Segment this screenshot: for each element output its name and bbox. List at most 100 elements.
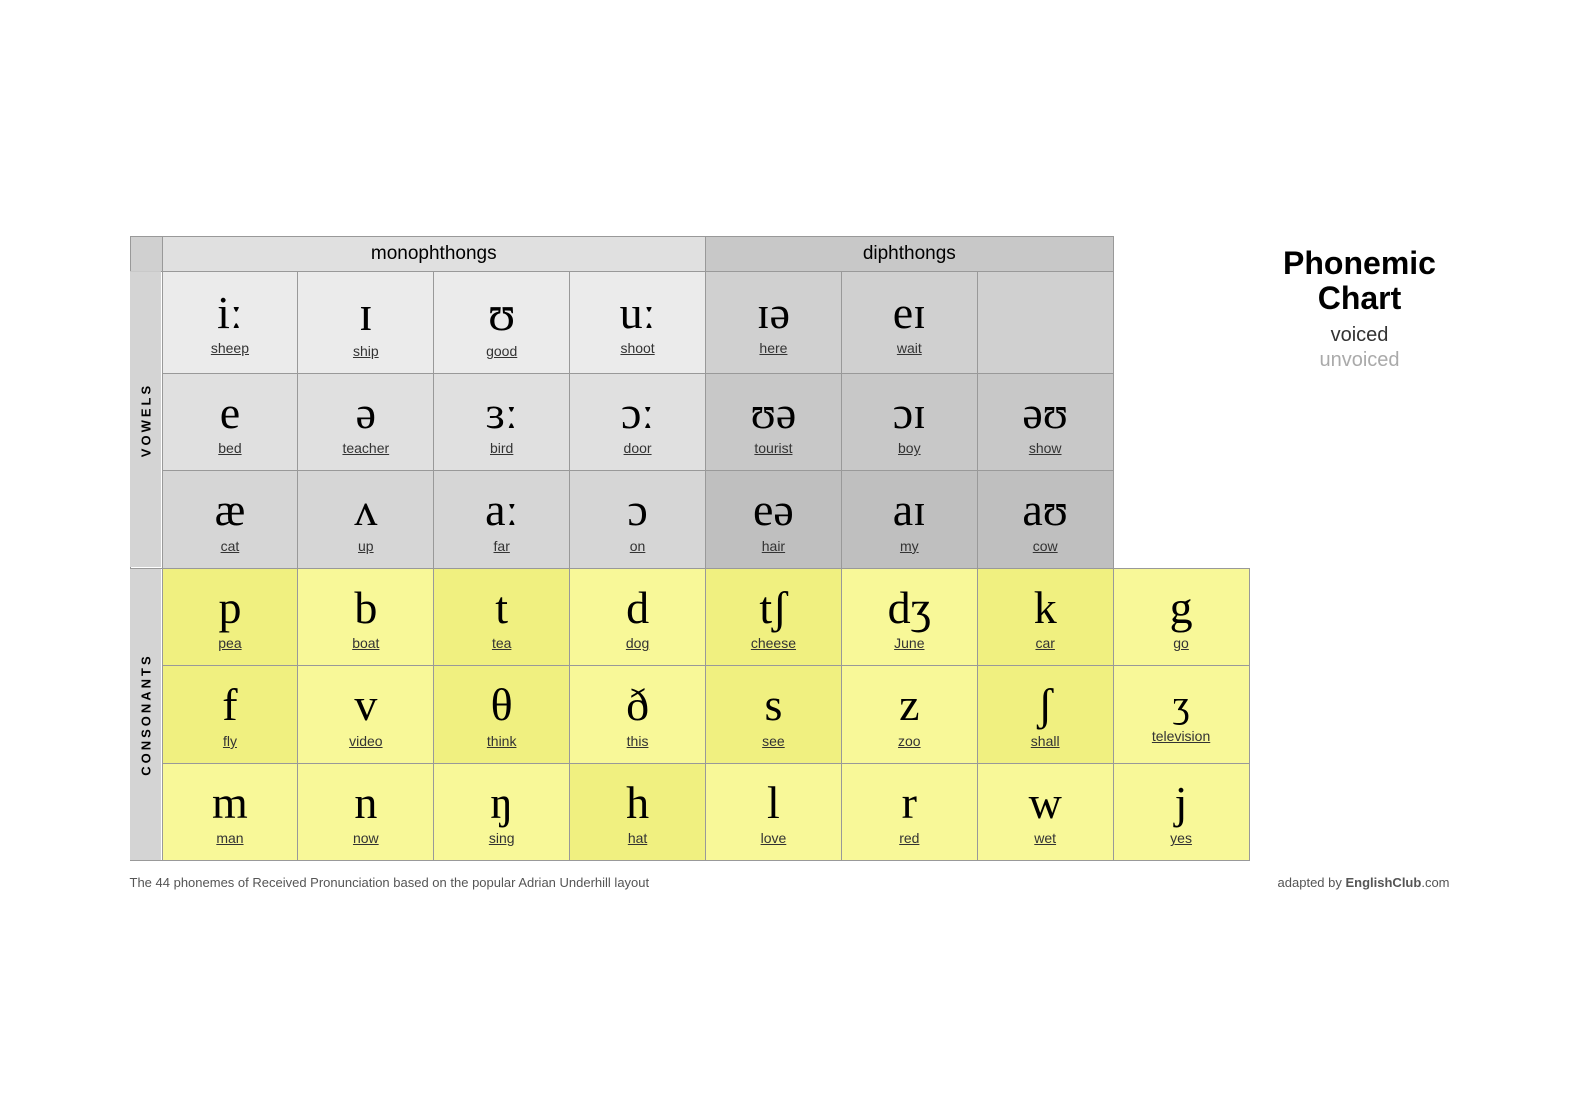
- word-w: wet: [1034, 830, 1056, 846]
- word-upsilon: good: [486, 343, 517, 359]
- word-3: bird: [490, 440, 513, 456]
- cell-j[interactable]: j yes: [1113, 763, 1249, 861]
- cell-ea[interactable]: eə hair: [706, 471, 842, 569]
- cell-d[interactable]: d dog: [570, 568, 706, 666]
- cell-dzh[interactable]: dʒ June: [841, 568, 977, 666]
- cell-eth[interactable]: ð this: [570, 666, 706, 764]
- cell-eng[interactable]: ŋ sing: [434, 763, 570, 861]
- cell-n[interactable]: n now: [298, 763, 434, 861]
- ipa-3: ɜː: [486, 388, 518, 439]
- word-t: tea: [492, 635, 511, 651]
- ipa-e: e: [220, 388, 240, 439]
- word-f: fly: [223, 733, 237, 749]
- word-z: zoo: [898, 733, 921, 749]
- ipa-ai: aɪ: [893, 485, 926, 536]
- cell-f[interactable]: f fly: [162, 666, 298, 764]
- cell-aa[interactable]: aː far: [434, 471, 570, 569]
- cell-I[interactable]: ɪ ship: [298, 271, 434, 373]
- word-b: boat: [352, 635, 379, 651]
- ipa-k: k: [1034, 583, 1057, 634]
- chart-area: monophthongs diphthongs VOWELS iː sheep: [130, 236, 1250, 862]
- cell-zh[interactable]: ʒ television: [1113, 666, 1249, 764]
- cell-b[interactable]: b boat: [298, 568, 434, 666]
- cell-e[interactable]: e bed: [162, 373, 298, 471]
- cell-w[interactable]: w wet: [977, 763, 1113, 861]
- ipa-aa: aː: [485, 485, 518, 536]
- footer-credit: adapted by EnglishClub.com: [1278, 875, 1450, 890]
- cell-l[interactable]: l love: [706, 763, 842, 861]
- word-uu: shoot: [620, 340, 654, 356]
- ipa-w: w: [1029, 778, 1062, 829]
- consonants-label: CONSONANTS: [130, 568, 162, 861]
- cell-o[interactable]: ɔ on: [570, 471, 706, 569]
- cell-g[interactable]: g go: [1113, 568, 1249, 666]
- cell-ai[interactable]: aɪ my: [841, 471, 977, 569]
- ipa-au: aʊ: [1022, 485, 1068, 536]
- ipa-n: n: [354, 778, 377, 829]
- ipa-g: g: [1170, 583, 1193, 634]
- ipa-ii: iː: [217, 288, 243, 339]
- ipa-ea: eə: [753, 485, 794, 536]
- cell-ue[interactable]: ʊə tourist: [706, 373, 842, 471]
- ipa-zh: ʒ: [1173, 685, 1190, 727]
- word-ae: cat: [221, 538, 240, 554]
- word-s: see: [762, 733, 785, 749]
- ipa-p: p: [218, 583, 241, 634]
- ipa-sh: ʃ: [1038, 680, 1053, 731]
- ipa-j: j: [1175, 778, 1188, 829]
- cell-t[interactable]: t tea: [434, 568, 570, 666]
- cell-oo[interactable]: ɔː door: [570, 373, 706, 471]
- cell-m[interactable]: m man: [162, 763, 298, 861]
- cell-au[interactable]: aʊ cow: [977, 471, 1113, 569]
- voiced-label: voiced: [1270, 324, 1450, 347]
- word-oi: boy: [898, 440, 921, 456]
- ipa-dzh: dʒ: [888, 583, 931, 634]
- ipa-schwa: ə: [356, 388, 376, 439]
- word-oo: door: [624, 440, 652, 456]
- phonemic-title-block: Phonemic Chart voiced unvoiced: [1270, 236, 1450, 372]
- footer-left-text: The 44 phonemes of Received Pronunciatio…: [130, 875, 650, 890]
- cell-ei[interactable]: eɪ wait: [841, 271, 977, 373]
- cell-tsh[interactable]: tʃ cheese: [706, 568, 842, 666]
- cell-p[interactable]: p pea: [162, 568, 298, 666]
- footer-suffix: .com: [1421, 875, 1449, 890]
- cell-oi[interactable]: ɔɪ boy: [841, 373, 977, 471]
- word-h: hat: [628, 830, 647, 846]
- word-g: go: [1173, 635, 1189, 651]
- ipa-d: d: [626, 583, 649, 634]
- cell-upsilon[interactable]: ʊ good: [434, 271, 570, 373]
- word-wedge: up: [358, 538, 374, 554]
- ipa-theta: θ: [491, 680, 513, 731]
- cell-ii[interactable]: iː sheep: [162, 271, 298, 373]
- cell-ie[interactable]: ɪə here: [706, 271, 842, 373]
- cell-z[interactable]: z zoo: [841, 666, 977, 764]
- ipa-eng: ŋ: [490, 778, 513, 829]
- word-eng: sing: [489, 830, 515, 846]
- word-ue: tourist: [754, 440, 792, 456]
- word-l: love: [761, 830, 787, 846]
- ipa-s: s: [764, 680, 782, 731]
- word-schwa: teacher: [342, 440, 389, 456]
- cell-k[interactable]: k car: [977, 568, 1113, 666]
- ipa-f: f: [222, 680, 237, 731]
- cell-r[interactable]: r red: [841, 763, 977, 861]
- cell-sh[interactable]: ʃ shall: [977, 666, 1113, 764]
- word-zh: television: [1152, 728, 1210, 744]
- cell-v[interactable]: v video: [298, 666, 434, 764]
- cell-theta[interactable]: θ think: [434, 666, 570, 764]
- cell-wedge[interactable]: ʌ up: [298, 471, 434, 569]
- word-ai: my: [900, 538, 919, 554]
- ipa-wedge: ʌ: [354, 485, 377, 536]
- cell-ae[interactable]: æ cat: [162, 471, 298, 569]
- diphthongs-header: diphthongs: [706, 236, 1114, 271]
- cell-h[interactable]: h hat: [570, 763, 706, 861]
- word-n: now: [353, 830, 379, 846]
- consonant-row-2: f fly v video θ: [130, 666, 1249, 764]
- cell-3[interactable]: ɜː bird: [434, 373, 570, 471]
- ipa-I: ɪ: [359, 286, 373, 341]
- cell-eu[interactable]: əʊ show: [977, 373, 1113, 471]
- cell-s[interactable]: s see: [706, 666, 842, 764]
- cell-uu[interactable]: uː shoot: [570, 271, 706, 373]
- corner-cell: [130, 236, 162, 271]
- cell-schwa[interactable]: ə teacher: [298, 373, 434, 471]
